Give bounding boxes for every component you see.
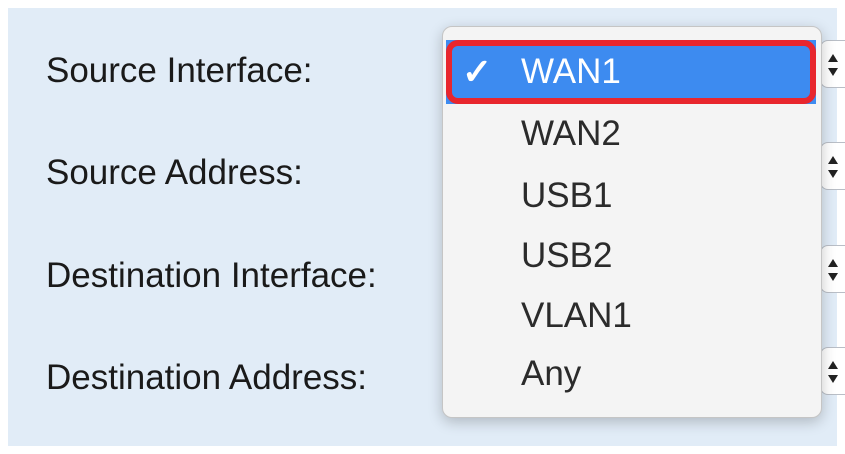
destination-interface-select[interactable] xyxy=(820,245,845,293)
destination-address-select[interactable] xyxy=(820,347,845,395)
dropdown-option-selected[interactable]: ✓ WAN1 xyxy=(446,40,816,104)
dropdown-option[interactable]: WAN2 xyxy=(521,114,621,154)
source-address-select[interactable] xyxy=(820,142,845,190)
source-address-label: Source Address: xyxy=(46,153,303,192)
form-panel: Source Interface: Source Address: Destin… xyxy=(8,8,845,446)
dropdown-option[interactable]: Any xyxy=(521,354,581,394)
up-down-stepper-icon xyxy=(828,54,838,76)
up-down-stepper-icon xyxy=(828,259,838,281)
dropdown-option[interactable]: USB2 xyxy=(521,236,612,276)
up-down-stepper-icon xyxy=(828,156,838,178)
source-interface-select[interactable] xyxy=(820,40,845,88)
up-down-stepper-icon xyxy=(828,361,838,383)
destination-interface-label: Destination Interface: xyxy=(46,256,377,295)
interface-dropdown-menu: ✓ WAN1 WAN2 USB1 USB2 VLAN1 Any xyxy=(442,26,822,418)
annotation-highlight-box xyxy=(446,40,816,104)
dropdown-option[interactable]: VLAN1 xyxy=(521,296,632,336)
source-interface-label: Source Interface: xyxy=(46,51,313,90)
destination-address-label: Destination Address: xyxy=(46,358,368,397)
dropdown-option[interactable]: USB1 xyxy=(521,176,612,216)
